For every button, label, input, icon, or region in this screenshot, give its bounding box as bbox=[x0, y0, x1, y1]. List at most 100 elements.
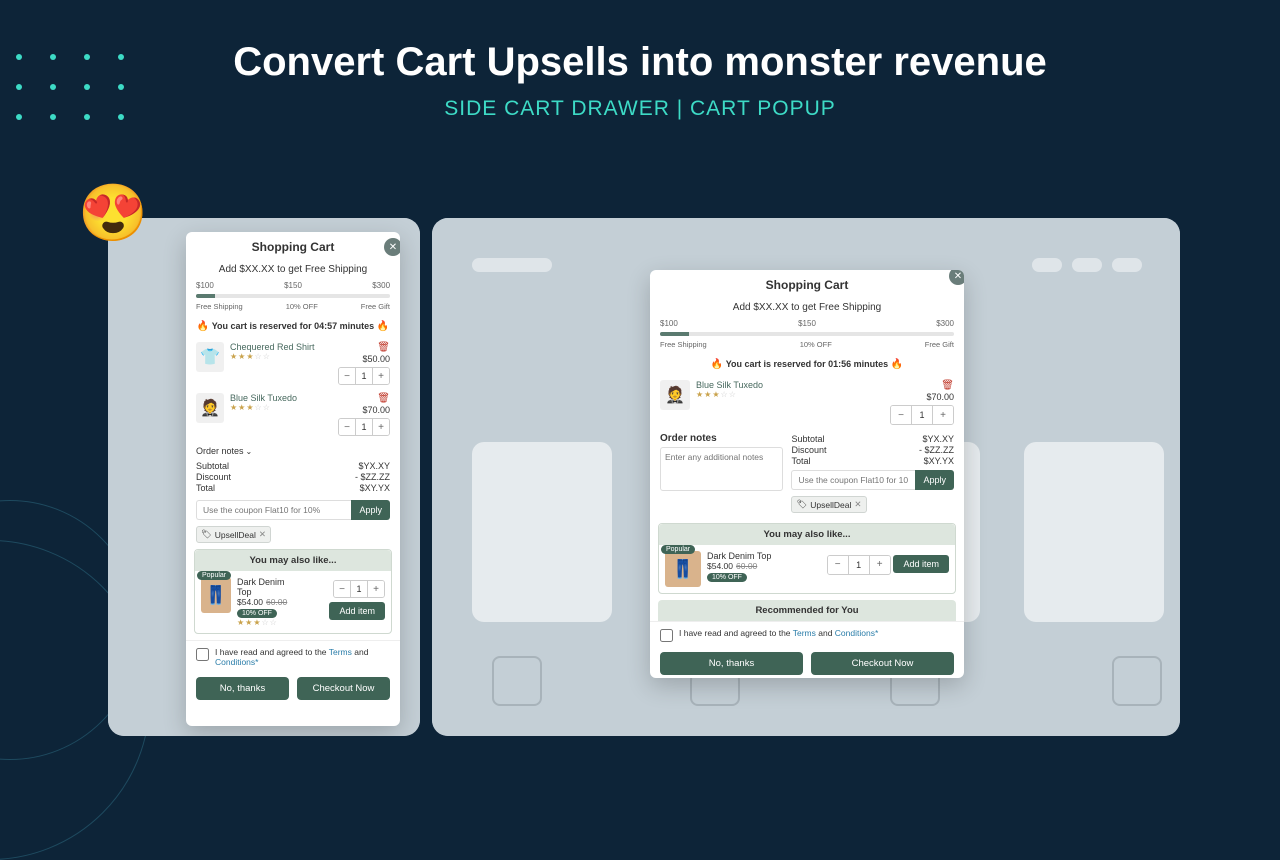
decorative-dots bbox=[2, 42, 138, 132]
upsell-price: $54.0060.00 bbox=[707, 561, 821, 571]
item-price: $50.00 bbox=[336, 354, 390, 364]
product-thumbnail: 🤵 bbox=[196, 393, 224, 423]
qty-increment[interactable]: + bbox=[933, 406, 953, 424]
qty-stepper[interactable]: − 1 + bbox=[890, 405, 954, 425]
terms-row: I have read and agreed to the Terms and … bbox=[650, 621, 964, 648]
fire-icon: 🔥 bbox=[891, 359, 903, 370]
star-rating: ★★★☆☆ bbox=[230, 403, 336, 412]
apply-coupon-button[interactable]: Apply bbox=[351, 500, 390, 520]
cart-title: Shopping Cart bbox=[650, 270, 964, 300]
qty-decrement[interactable]: − bbox=[339, 368, 355, 384]
progress-bar bbox=[196, 294, 390, 298]
order-notes-textarea[interactable] bbox=[660, 447, 783, 491]
upsell-name: Dark Denim Top bbox=[237, 577, 287, 597]
checkout-button[interactable]: Checkout Now bbox=[297, 677, 390, 700]
coupon-input[interactable] bbox=[196, 500, 351, 520]
cart-actions: No, thanks Checkout Now bbox=[186, 673, 400, 708]
qty-stepper[interactable]: − 1 + bbox=[338, 367, 390, 385]
remove-item-button[interactable]: 🗑 bbox=[336, 393, 390, 404]
skeleton-bar bbox=[472, 258, 552, 272]
terms-link[interactable]: Terms bbox=[329, 647, 352, 657]
applied-deal: 🏷 UpsellDeal ✕ bbox=[196, 526, 390, 543]
star-rating: ★★★☆☆ bbox=[230, 352, 336, 361]
product-name: Blue Silk Tuxedo bbox=[230, 393, 336, 403]
qty-value: 1 bbox=[355, 368, 373, 384]
upsell-price: $54.0060.00 bbox=[237, 597, 287, 607]
qty-increment[interactable]: + bbox=[870, 556, 890, 574]
qty-decrement[interactable]: − bbox=[891, 406, 911, 424]
no-thanks-button[interactable]: No, thanks bbox=[660, 652, 803, 675]
remove-item-button[interactable]: 🗑 bbox=[336, 342, 390, 353]
cart-item: 🤵 Blue Silk Tuxedo ★★★☆☆ 🗑 $70.00 − 1 + bbox=[650, 376, 964, 429]
qty-stepper[interactable]: − 1 + bbox=[827, 555, 891, 575]
terms-link[interactable]: Terms bbox=[793, 628, 816, 638]
popular-badge: Popular bbox=[197, 571, 231, 580]
product-name: Blue Silk Tuxedo bbox=[696, 380, 890, 390]
popular-badge: Popular bbox=[661, 545, 695, 554]
product-name: Chequered Red Shirt bbox=[230, 342, 336, 352]
skeleton-bar bbox=[1072, 258, 1102, 272]
close-cart-button[interactable]: ✕ bbox=[384, 238, 400, 256]
page-headline: Convert Cart Upsells into monster revenu… bbox=[0, 40, 1280, 85]
qty-increment[interactable]: + bbox=[373, 419, 389, 435]
shipping-tiers: $100$150$300 bbox=[650, 319, 964, 328]
shipping-tiers: $100$150$300 bbox=[186, 281, 400, 290]
qty-stepper[interactable]: − 1 + bbox=[338, 418, 390, 436]
upsell-thumbnail: 👖Popular bbox=[665, 551, 701, 587]
progress-bar bbox=[660, 332, 954, 336]
terms-checkbox[interactable] bbox=[196, 648, 209, 661]
deal-chip[interactable]: 🏷 UpsellDeal ✕ bbox=[791, 496, 866, 513]
checkout-button[interactable]: Checkout Now bbox=[811, 652, 954, 675]
fire-icon: 🔥 bbox=[377, 321, 389, 332]
terms-checkbox[interactable] bbox=[660, 629, 673, 642]
conditions-link[interactable]: Conditions* bbox=[215, 657, 258, 667]
remove-deal-icon[interactable]: ✕ bbox=[854, 499, 861, 510]
close-cart-button[interactable]: ✕ bbox=[949, 270, 964, 285]
star-rating: ★★★☆☆ bbox=[237, 618, 287, 627]
cart-item: 🤵 Blue Silk Tuxedo ★★★☆☆ 🗑 $70.00 − 1 + bbox=[186, 389, 400, 440]
qty-decrement[interactable]: − bbox=[334, 581, 350, 597]
free-shipping-message: Add $XX.XX to get Free Shipping bbox=[650, 300, 964, 319]
apparel-shorts-icon bbox=[492, 656, 542, 706]
order-notes-label: Order notes bbox=[660, 433, 783, 447]
fire-icon: 🔥 bbox=[197, 321, 209, 332]
reservation-timer: 🔥 You cart is reserved for 01:56 minutes… bbox=[650, 353, 964, 376]
product-thumbnail: 🤵 bbox=[660, 380, 690, 410]
cart-item: 👕 Chequered Red Shirt ★★★☆☆ 🗑 $50.00 − 1… bbox=[186, 338, 400, 389]
order-notes-toggle[interactable]: Order notes⌄ bbox=[186, 440, 400, 458]
upsell-name: Dark Denim Top bbox=[707, 551, 821, 561]
heart-eyes-emoji-icon: 😍 bbox=[78, 180, 148, 246]
deal-chip[interactable]: 🏷 UpsellDeal ✕ bbox=[196, 526, 271, 543]
item-price: $70.00 bbox=[890, 392, 954, 402]
star-rating: ★★★☆☆ bbox=[696, 390, 890, 399]
coupon-input[interactable] bbox=[791, 470, 915, 490]
qty-increment[interactable]: + bbox=[368, 581, 384, 597]
apply-coupon-button[interactable]: Apply bbox=[915, 470, 954, 490]
remove-deal-icon[interactable]: ✕ bbox=[259, 529, 266, 540]
qty-value: 1 bbox=[911, 406, 933, 424]
shopping-cart-drawer: ✕ Shopping Cart Add $XX.XX to get Free S… bbox=[186, 232, 400, 726]
upsell-panel: You may also like... 👖Popular Dark Denim… bbox=[658, 523, 956, 594]
qty-decrement[interactable]: − bbox=[828, 556, 848, 574]
skeleton-bar bbox=[1112, 258, 1142, 272]
qty-increment[interactable]: + bbox=[373, 368, 389, 384]
terms-text: I have read and agreed to the Terms and … bbox=[679, 628, 878, 638]
reservation-timer: 🔥 You cart is reserved for 04:57 minutes… bbox=[186, 315, 400, 338]
qty-value: 1 bbox=[350, 581, 368, 597]
shipping-tier-labels: Free Shipping10% OFFFree Gift bbox=[186, 300, 400, 315]
upsell-heading: You may also like... bbox=[659, 524, 955, 545]
qty-decrement[interactable]: − bbox=[339, 419, 355, 435]
conditions-link[interactable]: Conditions* bbox=[835, 628, 878, 638]
recommended-heading: Recommended for You bbox=[658, 600, 956, 621]
chevron-down-icon: ⌄ bbox=[246, 447, 253, 456]
upsell-panel: You may also like... 👖Popular Dark Denim… bbox=[194, 549, 392, 634]
no-thanks-button[interactable]: No, thanks bbox=[196, 677, 289, 700]
apparel-bag-icon bbox=[1112, 656, 1162, 706]
skeleton-bar bbox=[1032, 258, 1062, 272]
remove-item-button[interactable]: 🗑 bbox=[890, 380, 954, 391]
qty-stepper[interactable]: − 1 + bbox=[333, 580, 385, 598]
discount-badge: 10% OFF bbox=[707, 573, 747, 582]
add-item-button[interactable]: Add item bbox=[893, 555, 949, 573]
skeleton-card bbox=[1024, 442, 1164, 622]
add-item-button[interactable]: Add item bbox=[329, 602, 385, 620]
